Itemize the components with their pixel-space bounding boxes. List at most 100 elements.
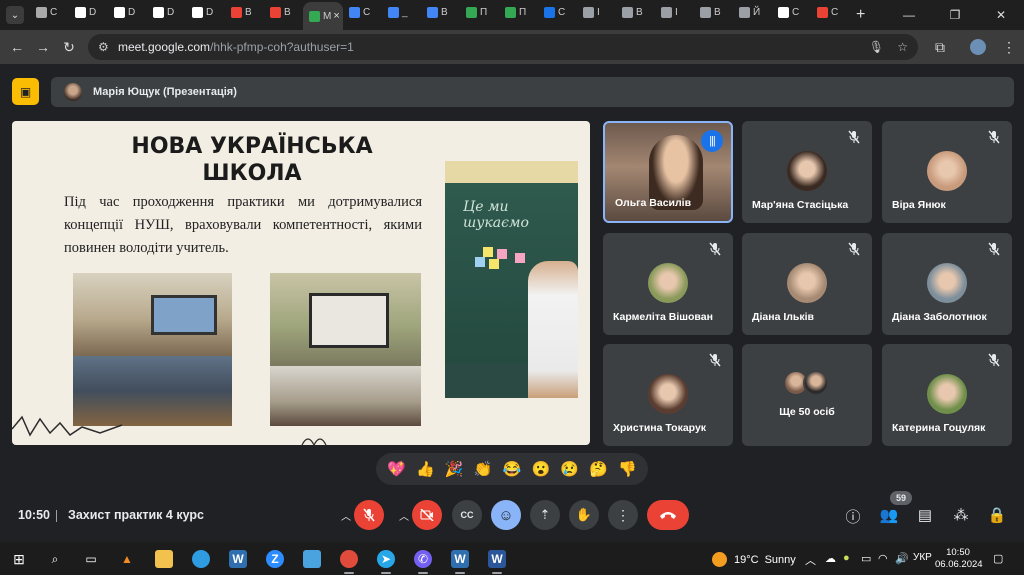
forward-icon[interactable]: →	[34, 38, 52, 56]
reaction-emoji[interactable]: 😮	[530, 460, 552, 478]
minimize-icon[interactable]: —	[886, 0, 932, 30]
present-screen-button[interactable]: ⇡	[530, 500, 560, 530]
browser-tab[interactable]: D	[108, 0, 147, 24]
browser-tab[interactable]: B	[421, 0, 460, 24]
browser-tab[interactable]: Й	[733, 0, 772, 24]
people-icon[interactable]: 👥	[879, 506, 899, 524]
word-icon[interactable]: W	[451, 550, 469, 574]
reaction-emoji[interactable]: 😂	[501, 460, 523, 478]
windows-start-icon[interactable]: ⊞	[10, 550, 28, 568]
tab-close-icon[interactable]: ×	[333, 10, 339, 22]
tab-search-icon[interactable]: ⌄	[6, 6, 24, 24]
back-icon[interactable]: ←	[8, 38, 26, 56]
meeting-info-icon[interactable]: ⓘ	[843, 506, 863, 527]
browser-tab[interactable]: I	[655, 0, 694, 24]
battery-icon[interactable]: ▭	[861, 552, 871, 565]
file-explorer-icon[interactable]	[155, 550, 173, 568]
browser-tab[interactable]: B	[264, 0, 303, 24]
browser-tab[interactable]: П	[460, 0, 499, 24]
word-app-icon[interactable]: W	[229, 550, 247, 568]
browser-tab[interactable]: D	[69, 0, 108, 24]
language-indicator[interactable]: УКР	[913, 552, 932, 563]
reaction-emoji[interactable]: 👏	[472, 460, 494, 478]
new-tab-button[interactable]: +	[856, 6, 865, 24]
browser-tab[interactable]: C	[343, 0, 382, 24]
tray-app-icon[interactable]: ●	[843, 552, 850, 564]
notifications-icon[interactable]: ▢	[993, 552, 1003, 565]
zoom-icon[interactable]: Z	[266, 550, 284, 568]
extensions-icon[interactable]: ⧉	[931, 38, 949, 56]
bookmark-star-icon[interactable]: ☆	[897, 40, 908, 54]
participant-tile[interactable]: Мар'яна Стасіцька	[742, 121, 872, 223]
browser-tab[interactable]: I	[577, 0, 616, 24]
participant-tile[interactable]: ||| Ольга Василів	[603, 121, 733, 223]
reload-icon[interactable]: ↻	[60, 38, 78, 56]
address-bar[interactable]: ⚙ meet.google.com/hhk-pfmp-coh?authuser=…	[88, 34, 918, 60]
reaction-emoji[interactable]: 😢	[559, 460, 581, 478]
restore-icon[interactable]: ❐	[932, 0, 978, 30]
browser-menu-icon[interactable]: ⋮	[1000, 38, 1018, 56]
host-controls-icon[interactable]: 🔒	[987, 506, 1007, 524]
tab-favicon-icon	[231, 6, 242, 18]
search-icon[interactable]: ⌕	[46, 550, 64, 568]
participant-tile[interactable]: Діана Ільків	[742, 233, 872, 335]
participant-tile[interactable]: Кармеліта Вішован	[603, 233, 733, 335]
ms-word-icon[interactable]: W	[488, 550, 506, 574]
browser-tab[interactable]: C	[538, 0, 577, 24]
wifi-icon[interactable]: ◠	[878, 552, 888, 565]
profile-avatar[interactable]	[970, 39, 986, 55]
participant-tile[interactable]: Віра Янюк	[882, 121, 1012, 223]
volume-icon[interactable]: 🔊	[895, 552, 909, 565]
tab-favicon-icon	[817, 6, 828, 18]
browser-tab[interactable]: П	[499, 0, 538, 24]
task-view-icon[interactable]: ▭	[82, 550, 100, 568]
reaction-emoji[interactable]: 🎉	[443, 460, 465, 478]
camera-off-button[interactable]	[412, 500, 442, 530]
browser-tab[interactable]: B	[225, 0, 264, 24]
participant-tile[interactable]: Діана Заболотнюк	[882, 233, 1012, 335]
sun-icon	[712, 552, 727, 567]
participant-tile[interactable]: Христина Токарук	[603, 344, 733, 446]
browser-tab[interactable]: B	[694, 0, 733, 24]
audio-options-chevron-icon[interactable]: ︿	[341, 508, 351, 523]
browser-tab[interactable]: C	[30, 0, 69, 24]
microphone-off-button[interactable]	[354, 500, 384, 530]
browser-tab[interactable]: _	[382, 0, 421, 24]
browser-tab[interactable]: M ×	[303, 2, 343, 30]
more-options-button[interactable]: ⋮	[608, 500, 638, 530]
tab-label: I	[597, 6, 600, 18]
site-info-icon[interactable]: ⚙	[98, 40, 109, 54]
cloud-icon[interactable]: ☁	[825, 552, 836, 565]
participant-tile[interactable]: Катерина Гоцуляк	[882, 344, 1012, 446]
reaction-emoji[interactable]: 👍	[414, 460, 436, 478]
edge-icon[interactable]	[192, 550, 210, 568]
viber-icon[interactable]: ✆	[414, 550, 432, 574]
participant-tile[interactable]: Ще 50 осіб	[742, 344, 872, 446]
presentation-icon[interactable]: ▣	[12, 78, 39, 105]
vlc-icon[interactable]: ▲	[118, 550, 136, 568]
reaction-emoji[interactable]: 👎	[616, 460, 638, 478]
tray-chevron-icon[interactable]: ︿	[805, 552, 816, 568]
raise-hand-button[interactable]: ✋	[569, 500, 599, 530]
chrome-icon[interactable]	[340, 550, 358, 574]
browser-tab[interactable]: C	[811, 0, 850, 24]
browser-tab[interactable]: C	[772, 0, 811, 24]
photos-icon[interactable]	[303, 550, 321, 568]
captions-button[interactable]: CC	[452, 500, 482, 530]
chat-icon[interactable]: ▤	[915, 506, 935, 524]
browser-tab[interactable]: B	[616, 0, 655, 24]
weather-widget[interactable]: 19°C Sunny	[712, 552, 796, 567]
system-clock[interactable]: 10:50 06.06.2024	[935, 547, 983, 571]
reaction-emoji[interactable]: 🤔	[588, 460, 610, 478]
close-window-icon[interactable]: ✕	[978, 0, 1024, 30]
telegram-icon[interactable]: ➤	[377, 550, 395, 574]
activities-icon[interactable]: ⁂	[951, 506, 971, 524]
emoji-reactions-button[interactable]: ☺	[491, 500, 521, 530]
tab-favicon-icon	[505, 6, 516, 18]
reaction-emoji[interactable]: 💖	[385, 460, 407, 478]
microphone-icon[interactable]: 🎙	[869, 40, 884, 54]
browser-tab[interactable]: D	[147, 0, 186, 24]
video-options-chevron-icon[interactable]: ︿	[399, 508, 409, 523]
leave-call-button[interactable]	[647, 500, 689, 530]
browser-tab[interactable]: D	[186, 0, 225, 24]
